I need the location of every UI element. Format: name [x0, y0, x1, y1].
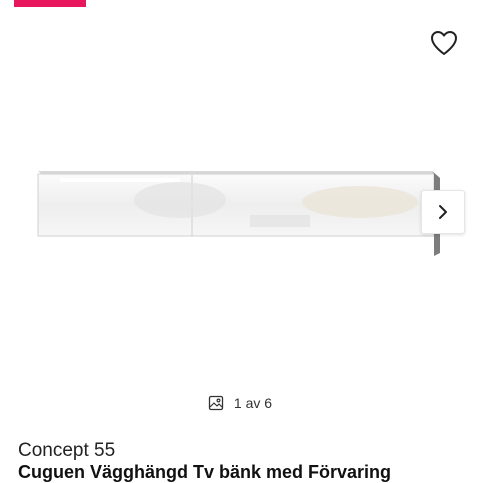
promo-badge — [14, 0, 86, 7]
product-brand[interactable]: Concept 55 — [18, 440, 115, 462]
gallery-counter: 1 av 6 — [0, 395, 480, 411]
image-icon — [208, 395, 224, 411]
chevron-right-icon — [439, 205, 447, 219]
heart-icon — [431, 31, 457, 55]
product-image[interactable] — [0, 60, 480, 390]
tv-bench-image — [37, 171, 440, 256]
next-image-button[interactable] — [421, 190, 465, 234]
wishlist-button[interactable] — [428, 28, 460, 58]
gallery-counter-text: 1 av 6 — [233, 395, 273, 411]
